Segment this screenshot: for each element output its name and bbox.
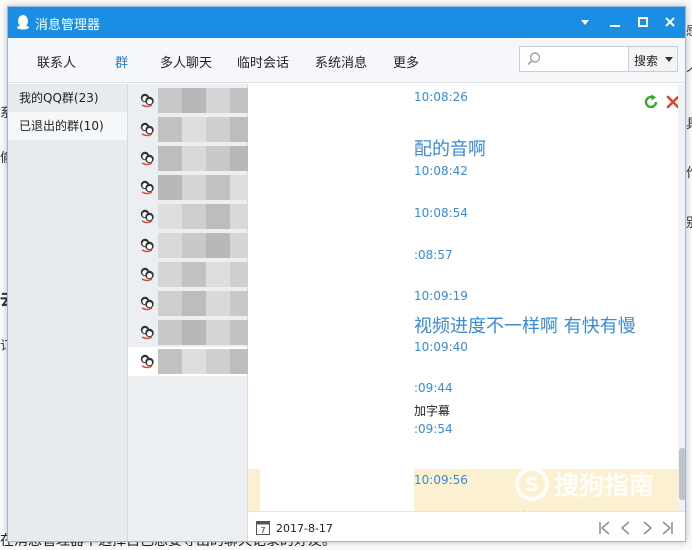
message-history-panel: 10:08:26 配的音啊 10:08:42 10:08:54 :08:57 10:09:… xyxy=(248,84,685,511)
background-fragment: 具 xyxy=(686,113,692,132)
category-tab-bar: 联系人 群 多人聊天 临时会话 系统消息 更多 搜索 xyxy=(8,38,685,83)
search-icon xyxy=(527,52,541,66)
group-list-item[interactable] xyxy=(128,260,254,289)
tab-contacts[interactable]: 联系人 xyxy=(37,52,76,71)
message-text: 配的音啊 xyxy=(414,139,486,160)
sender-column xyxy=(248,84,414,511)
message-scrollbar[interactable] xyxy=(678,84,685,511)
message-timestamp: 10:08:42 xyxy=(414,164,468,178)
message-timestamp: :09:54 xyxy=(414,422,453,436)
refresh-icon[interactable] xyxy=(643,94,659,110)
search-box xyxy=(519,46,629,72)
maximize-icon xyxy=(638,17,648,27)
search-button[interactable]: 搜索 xyxy=(628,46,678,72)
group-list-item[interactable] xyxy=(128,347,254,376)
title-bar[interactable]: 消息管理器 xyxy=(8,7,685,38)
message-text: 视频进度不一样啊 有快有慢 xyxy=(414,316,636,337)
background-fragment: 个 xyxy=(686,62,692,81)
group-list xyxy=(128,84,254,541)
message-timestamp: 10:09:56 xyxy=(414,473,468,487)
blurred-group-name xyxy=(158,291,254,316)
qq-penguin-icon xyxy=(17,15,29,30)
qq-group-icon xyxy=(140,238,154,253)
blurred-group-name xyxy=(158,204,254,229)
scrollbar-thumb[interactable] xyxy=(679,448,685,500)
qq-group-icon xyxy=(140,122,154,137)
minimize-icon xyxy=(610,25,620,27)
background-fragment: 作 xyxy=(686,162,692,181)
sidebar-item-exited-groups[interactable]: 已退出的群(10) xyxy=(8,112,127,140)
qq-group-icon xyxy=(140,325,154,340)
sidebar-item-my-groups[interactable]: 我的QQ群(23) xyxy=(8,84,127,112)
message-timestamp: :08:57 xyxy=(414,248,453,262)
blurred-group-name xyxy=(158,146,254,171)
message-timestamp: :09:44 xyxy=(414,381,453,395)
minimize-button[interactable] xyxy=(606,13,624,31)
svg-text:7: 7 xyxy=(260,526,265,535)
background-fragment: 感 xyxy=(686,20,692,39)
maximize-button[interactable] xyxy=(634,13,652,31)
blurred-group-name xyxy=(158,88,254,113)
next-page-icon[interactable] xyxy=(638,519,656,537)
sender-cell xyxy=(260,469,414,511)
last-page-icon[interactable] xyxy=(659,519,677,537)
blurred-group-name xyxy=(158,349,254,374)
qq-group-icon xyxy=(140,180,154,195)
group-list-item[interactable] xyxy=(128,289,254,318)
tab-multi-chat[interactable]: 多人聊天 xyxy=(160,52,212,71)
blurred-group-name xyxy=(158,175,254,200)
group-list-item[interactable] xyxy=(128,86,254,115)
close-button[interactable] xyxy=(661,13,679,31)
window-title: 消息管理器 xyxy=(35,18,101,33)
message-timestamp: 10:08:26 xyxy=(414,90,468,104)
message-manager-window: 消息管理器 联系人 群 多人聊天 临时会话 系统消息 更多 搜索 我的QQ群(2… xyxy=(7,6,686,542)
selected-date[interactable]: 2017-8-17 xyxy=(276,522,333,535)
qq-group-icon xyxy=(140,267,154,282)
message-text: 加字幕 xyxy=(414,404,451,418)
tab-more[interactable]: 更多 xyxy=(393,52,419,71)
message-timestamp: 10:09:19 xyxy=(414,289,468,303)
group-list-item[interactable] xyxy=(128,173,254,202)
group-list-item[interactable] xyxy=(128,231,254,260)
message-timestamp: 10:08:54 xyxy=(414,206,468,220)
group-list-item[interactable] xyxy=(128,202,254,231)
caret-down-icon xyxy=(581,20,589,25)
blurred-group-name xyxy=(158,320,254,345)
qq-group-icon xyxy=(140,151,154,166)
search-input[interactable] xyxy=(546,50,626,68)
group-category-sidebar: 我的QQ群(23) 已退出的群(10) xyxy=(8,84,128,541)
blurred-group-name xyxy=(158,233,254,258)
caret-down-icon xyxy=(665,57,673,62)
first-page-icon[interactable] xyxy=(595,519,613,537)
close-icon xyxy=(665,17,675,27)
qq-group-icon xyxy=(140,354,154,369)
group-list-item[interactable] xyxy=(128,318,254,347)
qq-group-icon xyxy=(140,209,154,224)
message-timestamp: 10:09:40 xyxy=(414,340,468,354)
qq-group-icon xyxy=(140,296,154,311)
dropdown-menu-button[interactable] xyxy=(576,13,594,31)
search-button-label: 搜索 xyxy=(634,54,659,68)
blurred-group-name xyxy=(158,262,254,287)
group-list-item[interactable] xyxy=(128,115,254,144)
tab-system-messages[interactable]: 系统消息 xyxy=(315,52,367,71)
tab-groups[interactable]: 群 xyxy=(115,52,128,71)
calendar-icon[interactable]: 7 xyxy=(256,520,270,535)
qq-group-icon xyxy=(140,93,154,108)
group-list-item[interactable] xyxy=(128,144,254,173)
blurred-group-name xyxy=(158,117,254,142)
date-navigation-bar: 7 2017-8-17 xyxy=(248,511,685,541)
background-fragment: 别 xyxy=(686,212,692,231)
previous-page-icon[interactable] xyxy=(617,519,635,537)
tab-temp-session[interactable]: 临时会话 xyxy=(237,52,289,71)
